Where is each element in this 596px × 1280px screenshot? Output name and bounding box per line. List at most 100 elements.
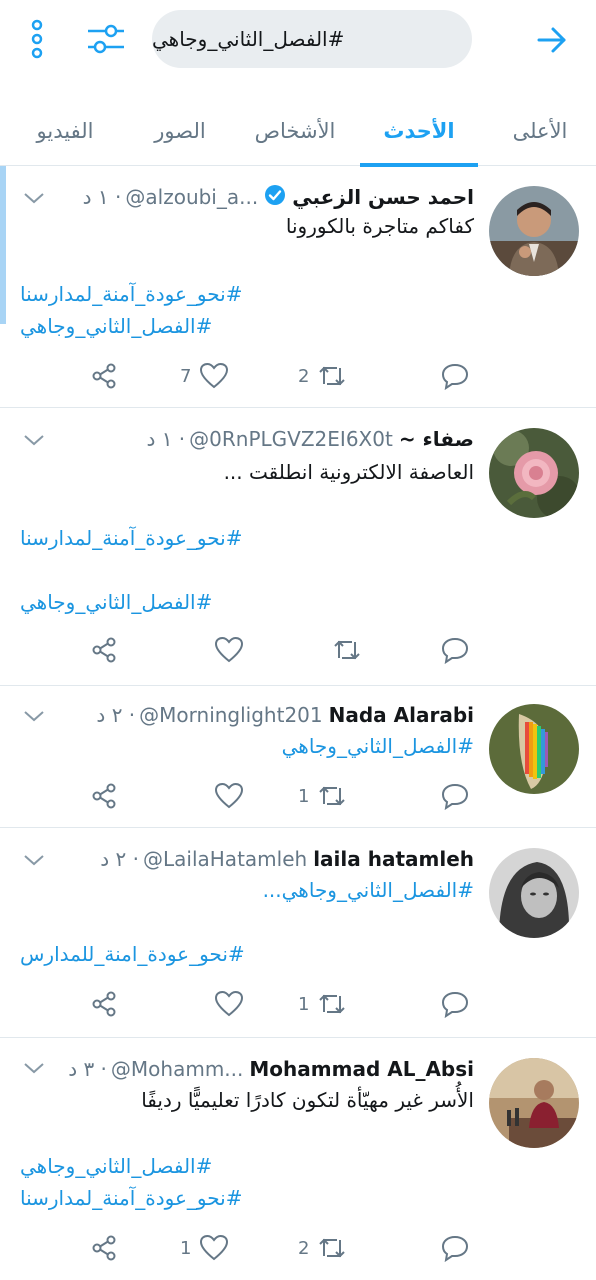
display-name[interactable]: احمد حسن الزعبي <box>292 185 474 209</box>
retweet-button[interactable]: 2 <box>298 1228 347 1268</box>
tab-people[interactable]: الأشخاص <box>238 96 352 166</box>
avatar[interactable] <box>489 428 579 518</box>
hashtag-link[interactable]: #الفصل_الثاني_وجاهي <box>20 1154 212 1178</box>
share-icon <box>92 783 116 809</box>
reply-button[interactable] <box>440 356 470 396</box>
tab-latest[interactable]: الأحدث <box>360 96 478 167</box>
display-name[interactable]: صفاء ~ <box>399 427 474 451</box>
retweet-button[interactable]: 1 <box>298 776 347 816</box>
tweet[interactable]: صفاء ~ @0RnPLGVZ2EI6X0t · ١ د العاصفة ال… <box>0 408 596 686</box>
tab-label: الصور <box>154 119 206 143</box>
top-bar: #الفصل_الثاني_وجاهي <box>0 0 596 84</box>
verified-badge-icon <box>264 184 286 211</box>
handle[interactable]: @Morninglight201 <box>139 703 322 727</box>
hashtag-link[interactable]: #نحو_عودة_آمنة_لمدارسنا <box>20 526 243 550</box>
heart-icon <box>200 1234 229 1261</box>
reply-button[interactable] <box>440 984 470 1024</box>
chevron-down-icon[interactable] <box>22 704 46 728</box>
avatar[interactable] <box>489 1058 579 1148</box>
tweet-header: Nada Alarabi @Morninglight201 · ٢ د <box>96 700 474 730</box>
chevron-down-icon[interactable] <box>22 848 46 872</box>
handle[interactable]: @Mohamm... <box>111 1057 243 1081</box>
reply-button[interactable] <box>440 630 470 670</box>
like-count: 1 <box>180 1237 192 1259</box>
tweet-actions: 1 <box>0 984 596 1024</box>
hashtag-link[interactable]: #الفصل_الثاني_وجاهي <box>20 314 212 338</box>
tab-label: الأحدث <box>383 119 455 143</box>
display-name[interactable]: Mohammad AL_Absi <box>249 1057 474 1081</box>
timestamp: · ٢ د <box>96 703 136 727</box>
share-button[interactable] <box>90 356 118 396</box>
tweet[interactable]: Nada Alarabi @Morninglight201 · ٢ د #الف… <box>0 686 596 828</box>
share-button[interactable] <box>90 630 118 670</box>
display-name[interactable]: laila hatamleh <box>313 847 474 871</box>
handle[interactable]: @LailaHatamleh <box>143 847 307 871</box>
tweet-text: العاصفة الالكترونية انطلقت ... <box>223 460 474 484</box>
reply-icon <box>441 1235 469 1262</box>
retweet-count: 1 <box>298 785 310 807</box>
avatar[interactable] <box>489 848 579 938</box>
heart-icon <box>214 990 244 1017</box>
chevron-down-icon[interactable] <box>22 428 46 452</box>
tweet[interactable]: احمد حسن الزعبي @alzoubi_a... · ١ د كفاك… <box>0 166 596 408</box>
retweet-button[interactable]: 1 <box>298 984 347 1024</box>
reply-button[interactable] <box>440 1228 470 1268</box>
like-button[interactable] <box>206 776 244 816</box>
like-button[interactable] <box>206 630 244 670</box>
tweet-header: laila hatamleh @LailaHatamleh · ٢ د <box>100 844 474 874</box>
retweet-icon <box>319 786 346 806</box>
timestamp: · ٣ د <box>68 1057 107 1081</box>
search-tabs: الأعلى الأحدث الأشخاص الصور الفيديو <box>0 96 596 167</box>
retweet-count: 2 <box>298 365 310 387</box>
share-button[interactable] <box>90 776 118 816</box>
hashtag-link[interactable]: #الفصل_الثاني_وجاهي <box>20 590 212 614</box>
tweet[interactable]: laila hatamleh @LailaHatamleh · ٢ د #الف… <box>0 828 596 1038</box>
tab-label: الأشخاص <box>254 119 336 143</box>
tweet-actions <box>0 630 596 670</box>
reply-button[interactable] <box>440 776 470 816</box>
tweet-text: كفاكم متاجرة بالكورونا <box>285 214 474 238</box>
tab-label: الأعلى <box>512 119 568 143</box>
filter-settings-icon[interactable] <box>84 18 128 60</box>
like-button[interactable]: 7 <box>180 356 229 396</box>
back-arrow-icon[interactable] <box>532 22 572 58</box>
like-button[interactable]: 1 <box>180 1228 229 1268</box>
heart-icon <box>200 362 229 389</box>
like-button[interactable] <box>206 984 244 1024</box>
tab-photos[interactable]: الصور <box>130 96 230 166</box>
share-button[interactable] <box>90 1228 118 1268</box>
reply-icon <box>441 991 469 1018</box>
retweet-icon <box>319 366 346 386</box>
chevron-down-icon[interactable] <box>22 186 46 210</box>
tab-top[interactable]: الأعلى <box>490 96 590 166</box>
timestamp: · ١ د <box>146 427 186 451</box>
tweet-header: احمد حسن الزعبي @alzoubi_a... · ١ د <box>83 182 474 212</box>
tweet-actions: 1 2 <box>0 1228 596 1268</box>
tweet-header: صفاء ~ @0RnPLGVZ2EI6X0t · ١ د <box>146 424 474 454</box>
hashtag-link[interactable]: #نحو_عودة_آمنة_لمدارسنا <box>20 1186 243 1210</box>
reply-icon <box>441 637 469 664</box>
share-button[interactable] <box>90 984 118 1024</box>
handle[interactable]: @alzoubi_a... <box>125 185 258 209</box>
retweet-button[interactable] <box>324 630 362 670</box>
reply-icon <box>441 783 469 810</box>
retweet-icon <box>334 640 360 660</box>
share-icon <box>92 637 116 663</box>
hashtag-link[interactable]: #الفصل_الثاني_وجاهي <box>282 734 474 758</box>
retweet-button[interactable]: 2 <box>298 356 347 396</box>
retweet-icon <box>319 994 346 1014</box>
chevron-down-icon[interactable] <box>22 1056 46 1080</box>
hashtag-link[interactable]: #الفصل_الثاني_وجاهي... <box>263 878 474 902</box>
timestamp: · ٢ د <box>100 847 139 871</box>
retweet-count: 2 <box>298 1237 310 1259</box>
hashtag-link[interactable]: #نحو_عودة_امنة_للمدارس <box>20 942 245 966</box>
hashtag-link[interactable]: #نحو_عودة_آمنة_لمدارسنا <box>20 282 243 306</box>
avatar[interactable] <box>489 186 579 276</box>
handle[interactable]: @0RnPLGVZ2EI6X0t <box>189 427 393 451</box>
tweet[interactable]: Mohammad AL_Absi @Mohamm... · ٣ د الأُسر… <box>0 1038 596 1280</box>
display-name[interactable]: Nada Alarabi <box>329 703 474 727</box>
tab-videos[interactable]: الفيديو <box>6 96 124 166</box>
tweet-actions: 1 <box>0 776 596 816</box>
search-input[interactable]: #الفصل_الثاني_وجاهي <box>152 10 472 68</box>
overflow-menu-icon[interactable] <box>22 18 52 60</box>
